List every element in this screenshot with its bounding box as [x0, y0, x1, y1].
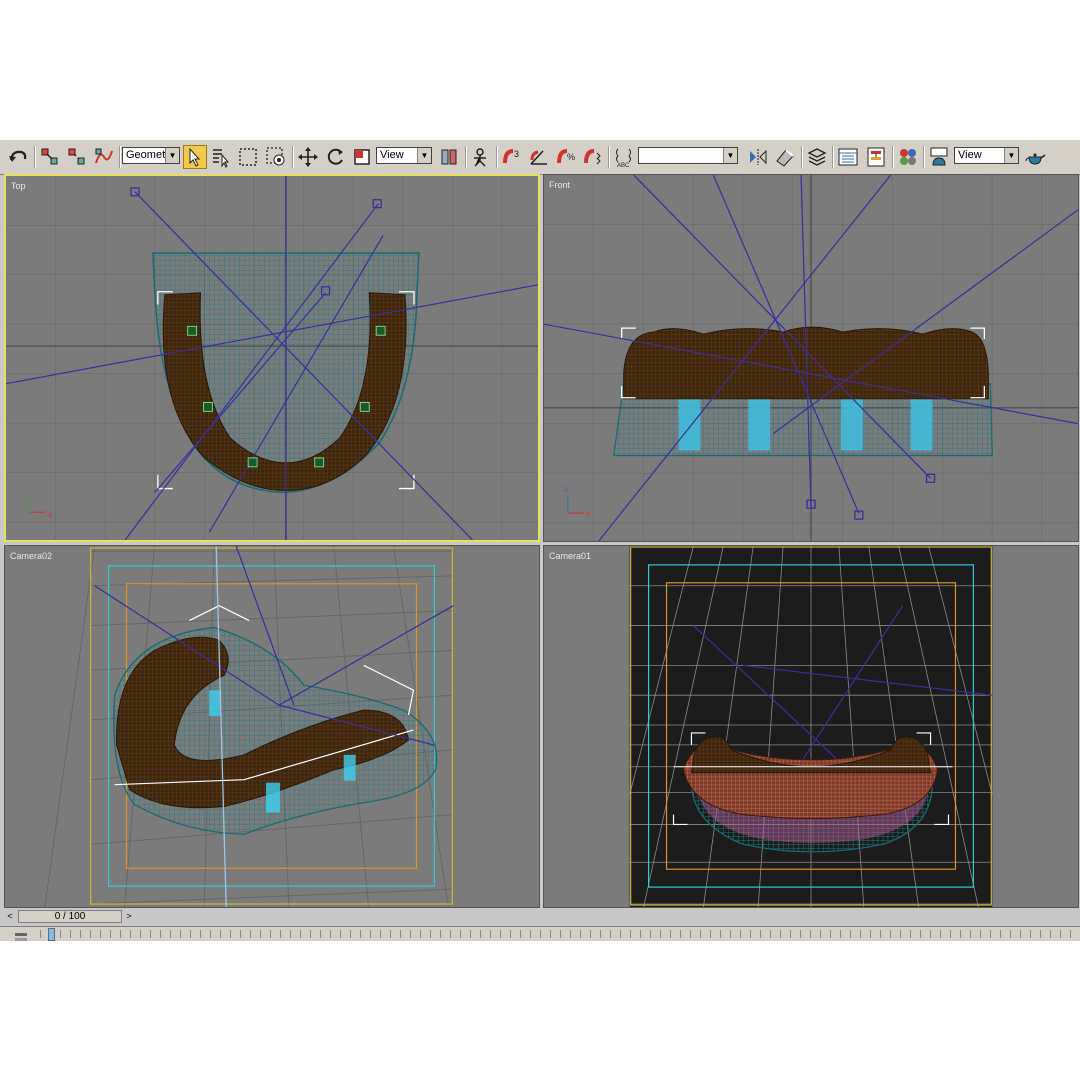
mirror-icon[interactable] [746, 145, 770, 169]
chevron-down-icon: ▼ [417, 148, 431, 163]
manipulate-icon[interactable] [468, 145, 492, 169]
render-type-dropdown[interactable]: View ▼ [954, 147, 1019, 164]
select-by-name-icon[interactable] [209, 145, 233, 169]
front-view-scene [544, 175, 1078, 541]
align-icon[interactable] [773, 145, 797, 169]
viewport-camera02[interactable]: Camera02 [4, 545, 540, 908]
viewport-camera01[interactable]: Camera01 [543, 545, 1079, 908]
undo-icon[interactable] [6, 145, 30, 169]
svg-text:ABC: ABC [617, 163, 630, 168]
time-slider-bar: < 0 / 100 > [0, 908, 1080, 926]
curve-editor-icon[interactable] [836, 145, 860, 169]
chevron-down-icon: ▼ [723, 148, 737, 163]
unlink-selection-icon[interactable] [65, 145, 89, 169]
track-bar-ticks [40, 930, 1080, 938]
select-and-link-icon[interactable] [38, 145, 62, 169]
reference-coordinate-dropdown[interactable]: View ▼ [376, 147, 432, 164]
pivot-point-center-icon[interactable] [437, 145, 461, 169]
window-crossing-icon[interactable] [264, 145, 288, 169]
quick-render-teapot-icon[interactable] [1023, 145, 1047, 169]
bind-to-space-warp-icon[interactable] [92, 145, 116, 169]
track-bar-filter-icon[interactable] [14, 929, 28, 941]
viewport-label-top[interactable]: Top [11, 181, 26, 191]
track-bar[interactable] [0, 926, 1080, 941]
svg-text:%: % [567, 152, 575, 162]
reference-coordinate-value: View [380, 149, 404, 161]
layer-manager-icon[interactable] [805, 145, 829, 169]
material-editor-icon[interactable] [896, 145, 920, 169]
selection-filter-dropdown[interactable]: Geometry ▼ [122, 147, 180, 164]
schematic-view-icon[interactable] [864, 145, 888, 169]
viewport-top[interactable]: Top y x [4, 174, 540, 542]
render-type-value: View [958, 149, 982, 161]
time-slider-thumb[interactable]: 0 / 100 [18, 910, 122, 923]
angle-snap-icon[interactable] [527, 145, 551, 169]
axis-label-z: z [564, 485, 568, 494]
svg-text:3: 3 [514, 149, 519, 159]
select-and-rotate-icon[interactable] [323, 145, 347, 169]
named-selection-set-dropdown[interactable]: ▼ [638, 147, 738, 164]
viewport-label-front[interactable]: Front [549, 180, 570, 190]
select-object-icon[interactable] [183, 145, 207, 169]
track-bar-current-frame[interactable] [48, 928, 55, 941]
chevron-down-icon: ▼ [1004, 148, 1018, 163]
rectangular-selection-icon[interactable] [236, 145, 260, 169]
render-scene-dialog-icon[interactable] [927, 145, 951, 169]
viewport-label-camera02[interactable]: Camera02 [10, 551, 52, 561]
camera02-scene [44, 546, 454, 907]
percent-snap-icon[interactable]: % [554, 145, 578, 169]
viewport-front[interactable]: Front z x [543, 174, 1079, 542]
snaps-toggle-icon[interactable]: 3 [500, 145, 524, 169]
edit-named-selections-icon[interactable]: ABC [612, 145, 636, 169]
top-view-scene [6, 176, 538, 540]
spinner-snap-icon[interactable] [581, 145, 605, 169]
max-application: Geometry ▼ View ▼ 3 % ABC ▼ View ▼ Top y… [0, 140, 1080, 941]
time-slider-next-button[interactable]: > [123, 910, 135, 923]
time-slider-prev-button[interactable]: < [4, 910, 16, 923]
axis-label-x: x [586, 509, 590, 518]
camera01-scene [629, 546, 993, 907]
viewport-label-camera01[interactable]: Camera01 [549, 551, 591, 561]
main-toolbar: Geometry ▼ View ▼ 3 % ABC ▼ View ▼ [0, 140, 1080, 175]
axis-label-x: x [48, 510, 52, 519]
time-slider-frame-text: 0 / 100 [54, 911, 86, 922]
chevron-down-icon: ▼ [165, 148, 179, 163]
axis-label-y: y [26, 486, 30, 495]
select-and-scale-icon[interactable] [350, 145, 374, 169]
select-and-move-icon[interactable] [296, 145, 320, 169]
